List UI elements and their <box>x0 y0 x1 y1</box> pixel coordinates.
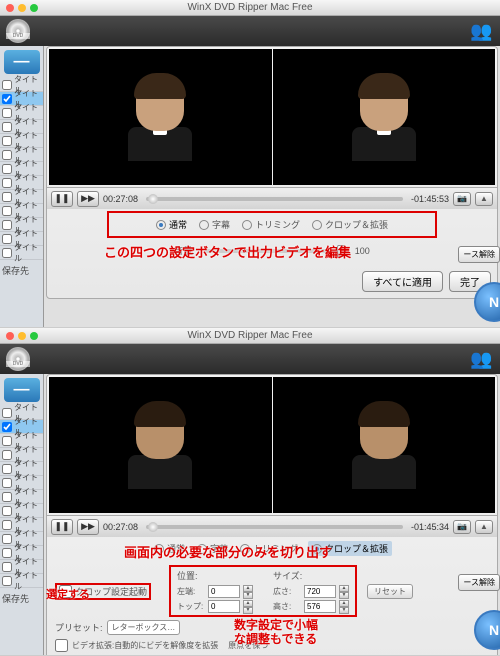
sidebar: — タイトル タイトル タイトル タイトル タイトル タイトル タイトル タイト… <box>0 46 44 328</box>
crop-number-fields: 位置: 左端:▲▼ トップ:▲▼ サイズ: 広さ:▲▼ 高さ:▲▼ <box>169 565 357 617</box>
tab-normal[interactable]: 通常 <box>154 217 189 232</box>
title-checkbox[interactable] <box>2 492 12 502</box>
title-checkbox[interactable] <box>2 534 12 544</box>
title-checkbox[interactable] <box>2 220 12 230</box>
dvd-icon[interactable] <box>6 19 30 43</box>
title-checkbox[interactable] <box>2 422 12 432</box>
collapse-button[interactable]: — <box>4 378 40 402</box>
title-checkbox[interactable] <box>2 450 12 460</box>
forward-button[interactable]: ▶▶ <box>77 519 99 535</box>
title-checkbox[interactable] <box>2 576 12 586</box>
title-checkbox[interactable] <box>2 464 12 474</box>
titlebar: WinX DVD Ripper Mac Free <box>0 0 500 16</box>
collapse-button[interactable]: — <box>4 50 40 74</box>
time-total: -01:45:53 <box>411 194 449 204</box>
title-checkbox[interactable] <box>2 562 12 572</box>
title-checkbox[interactable] <box>2 164 12 174</box>
top-input[interactable] <box>208 600 240 613</box>
title-checkbox[interactable] <box>2 506 12 516</box>
snapshot-button[interactable]: 📷 <box>453 192 471 206</box>
title-row[interactable]: タイトル <box>0 246 43 260</box>
reset-button[interactable]: リセット <box>367 584 413 599</box>
time-current: 00:27:08 <box>103 194 138 204</box>
spinner[interactable]: ▲▼ <box>339 585 349 598</box>
playbar: ❚❚ ▶▶ 00:27:08 -01:45:34 📷 ▲ <box>47 515 497 537</box>
spinner[interactable]: ▲▼ <box>243 600 253 613</box>
time-current: 00:27:08 <box>103 522 138 532</box>
toolbar: 👥 <box>0 16 500 46</box>
height-input[interactable] <box>304 600 336 613</box>
preset-label: プリセット: <box>55 621 103 634</box>
title-checkbox[interactable] <box>2 548 12 558</box>
pause-button[interactable]: ❚❚ <box>51 191 73 207</box>
source-release-button[interactable]: ース解除 <box>458 574 500 591</box>
workarea: ❚❚ ▶▶ 00:27:08 -01:45:34 📷 ▲ 通常 字幕 トリミング… <box>44 374 500 656</box>
annotation-numbers-2: な調整もできる <box>234 630 317 647</box>
time-total: -01:45:34 <box>411 522 449 532</box>
window-title: WinX DVD Ripper Mac Free <box>0 330 500 341</box>
width-input[interactable] <box>304 585 336 598</box>
sidebar: — タイトル タイトル タイトル タイトル タイトル タイトル タイトル タイト… <box>0 374 44 656</box>
warn-button[interactable]: ▲ <box>475 192 493 206</box>
warn-button[interactable]: ▲ <box>475 520 493 534</box>
apply-all-button[interactable]: すべてに適用 <box>362 271 443 292</box>
titlebar: WinX DVD Ripper Mac Free <box>0 328 500 344</box>
app-window-top: WinX DVD Ripper Mac Free 👥 — タイトル タイトル タ… <box>0 0 500 328</box>
title-checkbox[interactable] <box>2 520 12 530</box>
people-icon[interactable]: 👥 <box>470 349 494 369</box>
edit-panel: ❚❚ ▶▶ 00:27:08 -01:45:34 📷 ▲ 通常 字幕 トリミング… <box>46 374 498 656</box>
preset-select[interactable]: レターボックス… <box>107 620 181 635</box>
position-label: 位置: <box>177 569 253 582</box>
title-checkbox[interactable] <box>2 206 12 216</box>
title-checkbox[interactable] <box>2 94 12 104</box>
spinner[interactable]: ▲▼ <box>339 600 349 613</box>
tab-trimming[interactable]: トリミング <box>240 217 302 232</box>
title-checkbox[interactable] <box>2 408 12 418</box>
annotation-crop-area: 画面内の必要な部分のみを切り出す <box>124 542 332 561</box>
edit-panel: ❚❚ ▶▶ 00:27:08 -01:45:53 📷 ▲ 通常 字幕 トリミング… <box>46 46 498 299</box>
dvd-icon[interactable] <box>6 347 30 371</box>
title-checkbox[interactable] <box>2 108 12 118</box>
workarea: ❚❚ ▶▶ 00:27:08 -01:45:53 📷 ▲ 通常 字幕 トリミング… <box>44 46 500 328</box>
title-checkbox[interactable] <box>2 248 12 258</box>
playbar: ❚❚ ▶▶ 00:27:08 -01:45:53 📷 ▲ <box>47 187 497 209</box>
annotation-select: 選定する <box>46 586 90 602</box>
video-preview-left <box>49 377 272 513</box>
window-title: WinX DVD Ripper Mac Free <box>0 2 500 13</box>
title-checkbox[interactable] <box>2 122 12 132</box>
title-checkbox[interactable] <box>2 178 12 188</box>
edit-tabs: 通常 字幕 トリミング クロップ＆拡張 <box>107 211 437 238</box>
title-checkbox[interactable] <box>2 136 12 146</box>
seek-slider[interactable] <box>146 197 403 201</box>
expand-checkbox[interactable] <box>55 639 68 652</box>
video-preview-right <box>273 49 496 185</box>
title-checkbox[interactable] <box>2 234 12 244</box>
left-input[interactable] <box>208 585 240 598</box>
video-preview-left <box>49 49 272 185</box>
title-checkbox[interactable] <box>2 80 12 90</box>
video-preview-right <box>273 377 496 513</box>
app-window-bottom: WinX DVD Ripper Mac Free 👥 — タイトル タイトル タ… <box>0 328 500 656</box>
expand-label: ビデオ拡張:自動的にビデを解像度を拡張 <box>72 640 218 651</box>
people-icon[interactable]: 👥 <box>470 21 494 41</box>
title-checkbox[interactable] <box>2 192 12 202</box>
size-label: サイズ: <box>273 569 349 582</box>
snapshot-button[interactable]: 📷 <box>453 520 471 534</box>
pause-button[interactable]: ❚❚ <box>51 519 73 535</box>
forward-button[interactable]: ▶▶ <box>77 191 99 207</box>
tab-crop[interactable]: クロップ＆拡張 <box>310 217 390 232</box>
spinner[interactable]: ▲▼ <box>243 585 253 598</box>
source-release-button[interactable]: ース解除 <box>458 246 500 263</box>
title-checkbox[interactable] <box>2 478 12 488</box>
tab-subtitle[interactable]: 字幕 <box>197 217 232 232</box>
title-checkbox[interactable] <box>2 436 12 446</box>
title-row[interactable]: タイトル <box>0 574 43 588</box>
seek-slider[interactable] <box>146 525 403 529</box>
volume-value: 100 <box>355 246 370 256</box>
run-button[interactable]: N <box>474 282 500 322</box>
title-checkbox[interactable] <box>2 150 12 160</box>
annotation-tabs: この四つの設定ボタンで出力ビデオを編集 <box>104 242 351 261</box>
toolbar: 👥 <box>0 344 500 374</box>
